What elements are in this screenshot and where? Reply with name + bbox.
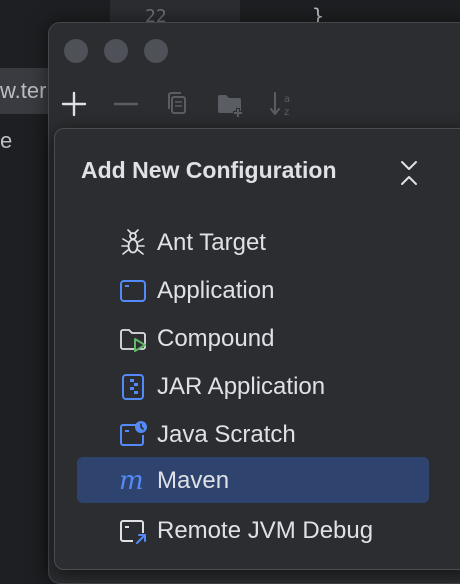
svg-text:m: m: [119, 467, 144, 495]
remove-icon[interactable]: [111, 89, 141, 119]
editor-gutter: [110, 0, 240, 24]
list-item-remote-jvm-debug[interactable]: Remote JVM Debug: [77, 507, 429, 553]
popup-title: Add New Configuration: [81, 157, 337, 183]
list-item-maven[interactable]: m Maven: [77, 457, 429, 503]
list-item-ant-target[interactable]: Ant Target: [77, 219, 429, 265]
application-icon: [120, 280, 146, 302]
collapse-icon[interactable]: [395, 157, 423, 189]
svg-text:z: z: [284, 107, 289, 118]
add-configuration-popup: Add New Configuration Ant Target Applica…: [54, 128, 460, 570]
new-folder-icon[interactable]: [215, 89, 245, 119]
list-item-application[interactable]: Application: [77, 267, 429, 313]
add-icon[interactable]: [59, 89, 89, 119]
list-item-label: Remote JVM Debug: [157, 517, 374, 544]
dialog-toolbar: a z: [49, 85, 460, 125]
jar-icon: [122, 374, 144, 400]
remote-debug-icon: [120, 520, 146, 544]
list-item-label: JAR Application: [157, 373, 326, 400]
editor-text: e: [0, 128, 13, 153]
java-scratch-icon: [120, 421, 147, 446]
close-window-button[interactable]: [64, 39, 88, 63]
editor-tab-label: w.ter: [0, 78, 47, 103]
maven-icon: m: [119, 467, 144, 495]
list-item-label: Java Scratch: [157, 421, 296, 448]
list-item-label: Application: [157, 277, 275, 304]
list-item-label: Compound: [157, 325, 275, 352]
list-item-label: Maven: [157, 467, 230, 494]
list-item-java-scratch[interactable]: Java Scratch: [77, 411, 429, 457]
copy-icon[interactable]: [163, 89, 193, 119]
ant-icon: [121, 229, 145, 255]
minimize-window-button[interactable]: [104, 39, 128, 63]
list-item-label: Ant Target: [157, 229, 266, 256]
sort-icon[interactable]: a z: [267, 89, 297, 119]
compound-folder-icon: [120, 329, 146, 352]
list-item-compound[interactable]: Compound: [77, 315, 429, 361]
svg-text:a: a: [284, 94, 290, 105]
zoom-window-button[interactable]: [144, 39, 168, 63]
list-item-jar-application[interactable]: JAR Application: [77, 363, 429, 409]
